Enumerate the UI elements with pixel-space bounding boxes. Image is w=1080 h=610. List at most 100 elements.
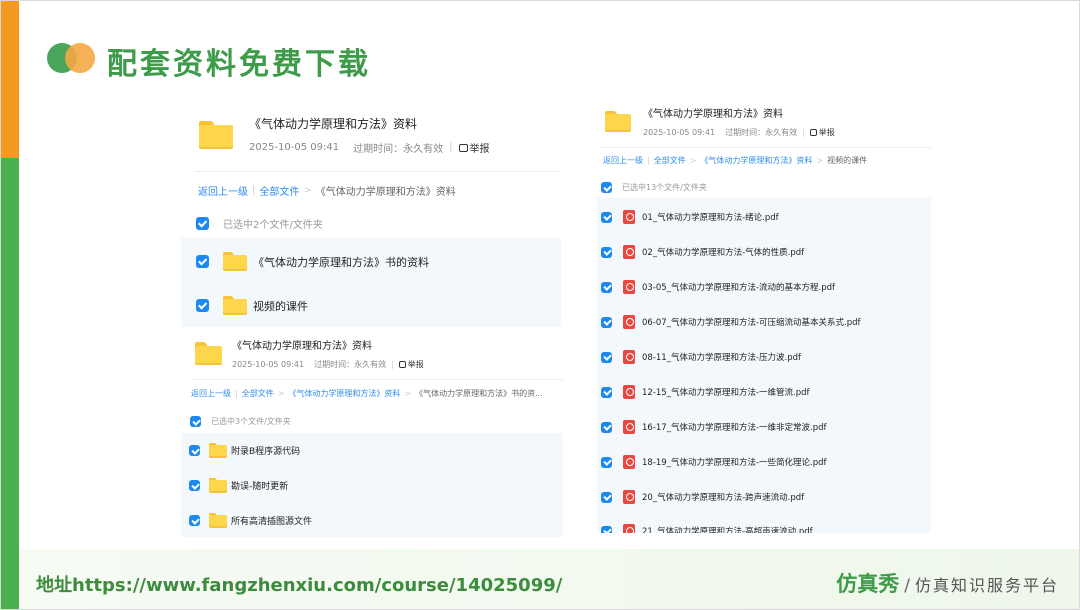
pdf-icon <box>623 350 635 364</box>
breadcrumb-current: 视频的课件 <box>827 156 868 165</box>
selected-count: 已选中2个文件/文件夹 <box>223 220 323 231</box>
breadcrumb-folder-link[interactable]: 《气体动力学原理和方法》资料 <box>288 388 400 399</box>
share-date: 2025-10-05 09:41 <box>249 142 340 153</box>
breadcrumb-all-files-link[interactable]: 全部文件 <box>259 183 299 198</box>
brand-separator: / <box>904 576 910 596</box>
item-name: 勘误-随时更新 <box>231 482 289 492</box>
select-all-row: 已选中13个文件/文件夹 <box>601 182 707 193</box>
list-item[interactable]: 12-15_气体动力学原理和方法-一维管流.pdf <box>601 385 810 399</box>
share-date: 2025-10-05 09:41 <box>232 360 305 369</box>
list-item[interactable]: 20_气体动力学原理和方法-跨声速流动.pdf <box>601 490 804 504</box>
share-header: 《气体动力学原理和方法》资料 2025-10-05 09:41 过期时间：永久有… <box>195 337 424 370</box>
list-item[interactable]: 01_气体动力学原理和方法-绪论.pdf <box>601 210 779 224</box>
breadcrumb-folder-link[interactable]: 《气体动力学原理和方法》资料 <box>700 155 812 166</box>
folder-icon <box>223 252 247 271</box>
item-checkbox[interactable] <box>601 351 612 363</box>
item-checkbox[interactable] <box>601 525 612 533</box>
list-item[interactable]: 21_气体动力学原理和方法-高超声速流动.pdf <box>601 524 813 533</box>
report-button[interactable]: 举报 <box>398 359 424 370</box>
select-all-checkbox[interactable] <box>190 416 201 427</box>
folder-icon <box>209 478 227 493</box>
item-checkbox[interactable] <box>601 456 612 468</box>
share-expiry: 过期时间：永久有效 <box>314 360 387 369</box>
report-button[interactable]: 举报 <box>458 140 490 155</box>
pdf-icon <box>623 245 635 259</box>
folder-icon <box>209 443 227 458</box>
pdf-icon <box>623 280 635 294</box>
select-all-row: 已选中3个文件/文件夹 <box>190 416 291 427</box>
select-all-checkbox[interactable] <box>196 217 209 230</box>
item-checkbox[interactable] <box>196 255 209 268</box>
item-name: 12-15_气体动力学原理和方法-一维管流.pdf <box>642 388 810 398</box>
breadcrumb: 返回上一级 | 全部文件 > 《气体动力学原理和方法》资料 <box>198 183 456 198</box>
report-button[interactable]: 举报 <box>809 127 835 138</box>
list-item[interactable]: 18-19_气体动力学原理和方法-一些简化理论.pdf <box>601 455 827 469</box>
breadcrumb: 返回上一级 | 全部文件 > 《气体动力学原理和方法》资料 > 《气体动力学原理… <box>191 388 543 399</box>
folder-icon <box>223 296 247 315</box>
share-panel-book: 《气体动力学原理和方法》资料 2025-10-05 09:41 过期时间：永久有… <box>181 329 563 539</box>
item-name: 03-05_气体动力学原理和方法-流动的基本方程.pdf <box>642 283 836 293</box>
list-item[interactable]: 06-07_气体动力学原理和方法-可压缩流动基本关系式.pdf <box>601 315 861 329</box>
item-name: 所有高清插图源文件 <box>231 517 313 527</box>
list-item[interactable]: 勘误-随时更新 <box>189 478 288 493</box>
pdf-icon <box>623 455 635 469</box>
breadcrumb-back-link[interactable]: 返回上一级 <box>198 183 248 198</box>
breadcrumb-current: 《气体动力学原理和方法》书的资... <box>415 389 543 398</box>
item-checkbox[interactable] <box>189 515 200 526</box>
report-icon <box>809 129 817 136</box>
list-item[interactable]: 02_气体动力学原理和方法-气体的性质.pdf <box>601 245 804 259</box>
item-checkbox[interactable] <box>601 246 612 258</box>
logo-circles-icon <box>47 43 97 73</box>
list-item[interactable]: 16-17_气体动力学原理和方法-一维非定常波.pdf <box>601 420 827 434</box>
list-item[interactable]: 视频的课件 <box>196 296 308 315</box>
item-checkbox[interactable] <box>601 281 612 293</box>
list-item[interactable]: 08-11_气体动力学原理和方法-压力波.pdf <box>601 350 801 364</box>
share-title: 《气体动力学原理和方法》资料 <box>643 109 783 120</box>
brand-logo-text: 仿真秀 <box>836 572 900 596</box>
share-title: 《气体动力学原理和方法》资料 <box>249 117 418 131</box>
item-checkbox[interactable] <box>189 480 200 491</box>
accent-bar-orange <box>1 1 19 158</box>
report-icon <box>458 143 468 152</box>
item-name: 16-17_气体动力学原理和方法-一维非定常波.pdf <box>642 423 827 433</box>
breadcrumb-back-link[interactable]: 返回上一级 <box>603 155 643 166</box>
item-checkbox[interactable] <box>601 491 612 503</box>
list-item[interactable]: 所有高清插图源文件 <box>189 513 312 528</box>
item-name: 18-19_气体动力学原理和方法-一些简化理论.pdf <box>642 458 827 468</box>
folder-icon <box>199 121 233 149</box>
item-checkbox[interactable] <box>601 316 612 328</box>
item-checkbox[interactable] <box>601 386 612 398</box>
file-list: 《气体动力学原理和方法》书的资料 视频的课件 <box>181 238 561 327</box>
breadcrumb-all-files-link[interactable]: 全部文件 <box>654 155 686 166</box>
breadcrumb-back-link[interactable]: 返回上一级 <box>191 388 231 399</box>
share-expiry: 过期时间：永久有效 <box>725 128 798 137</box>
item-checkbox[interactable] <box>189 445 200 456</box>
item-checkbox[interactable] <box>601 211 612 223</box>
pdf-icon <box>623 524 635 533</box>
item-name: 01_气体动力学原理和方法-绪论.pdf <box>642 213 779 223</box>
item-checkbox[interactable] <box>196 299 209 312</box>
select-all-row: 已选中2个文件/文件夹 <box>196 216 323 231</box>
list-item[interactable]: 03-05_气体动力学原理和方法-流动的基本方程.pdf <box>601 280 835 294</box>
footer-url-link[interactable]: 地址https://www.fangzhenxiu.com/course/140… <box>36 571 562 597</box>
brand-tagline: 仿真知识服务平台 <box>914 576 1059 595</box>
folder-icon <box>209 513 227 528</box>
item-name: 《气体动力学原理和方法》书的资料 <box>253 255 429 269</box>
item-name: 21_气体动力学原理和方法-高超声速流动.pdf <box>642 527 813 533</box>
breadcrumb-all-files-link[interactable]: 全部文件 <box>242 388 274 399</box>
list-item[interactable]: 附录B程序源代码 <box>189 443 300 458</box>
pdf-icon <box>623 210 635 224</box>
pdf-icon <box>623 315 635 329</box>
selected-count: 已选中13个文件/文件夹 <box>622 183 707 192</box>
slide: 配套资料免费下载 《气体动力学原理和方法》资料 2025-10-05 09:41… <box>0 0 1080 610</box>
item-name: 06-07_气体动力学原理和方法-可压缩流动基本关系式.pdf <box>642 318 861 328</box>
list-item[interactable]: 《气体动力学原理和方法》书的资料 <box>196 252 429 271</box>
folder-icon <box>605 110 631 133</box>
share-date: 2025-10-05 09:41 <box>643 128 716 137</box>
pdf-icon <box>623 420 635 434</box>
item-checkbox[interactable] <box>601 421 612 433</box>
select-all-checkbox[interactable] <box>601 182 612 193</box>
accent-bar-green <box>1 158 19 609</box>
slide-title: 配套资料免费下载 <box>107 47 371 82</box>
share-expiry: 过期时间：永久有效 <box>353 144 444 155</box>
